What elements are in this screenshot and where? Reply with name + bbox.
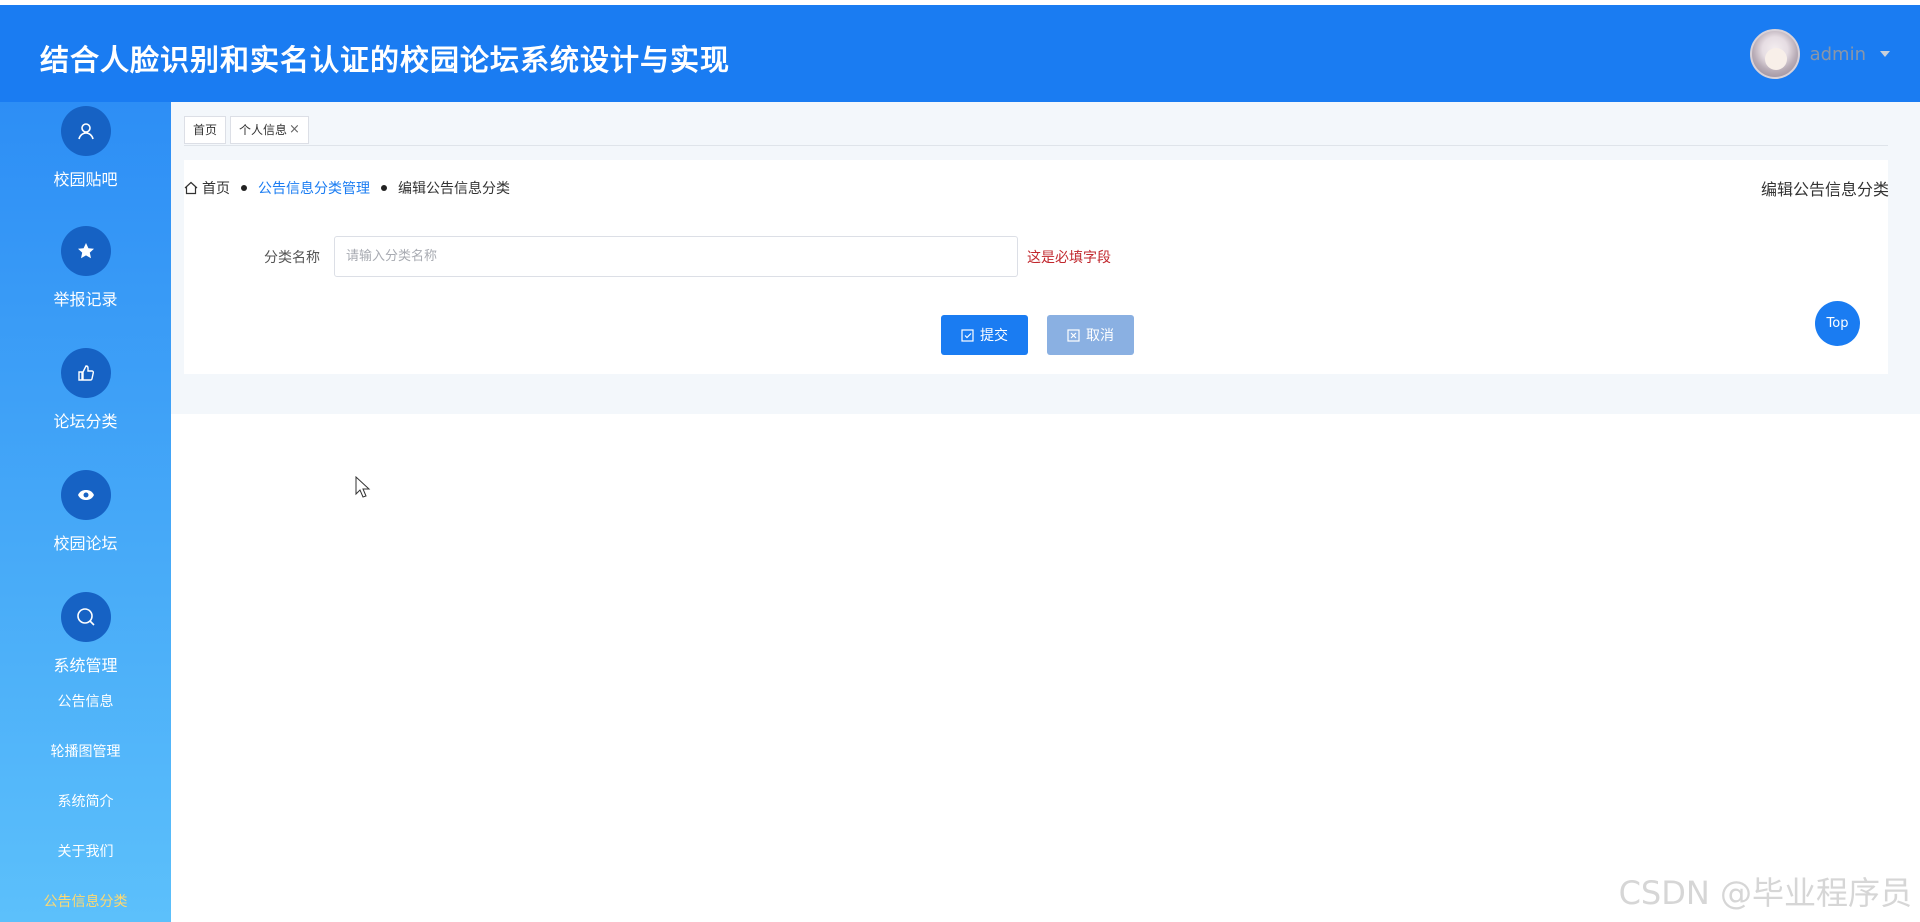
cancel-button[interactable]: 取消 [1047, 315, 1134, 355]
user-menu[interactable]: admin [1749, 29, 1890, 79]
username[interactable]: admin [1810, 44, 1866, 65]
tab-home[interactable]: 首页 [184, 116, 227, 144]
tab-profile[interactable]: 个人信息 × [230, 116, 309, 144]
tab-label: 首页 [193, 123, 218, 137]
submenu-item-announcements[interactable]: 公告信息 [0, 691, 171, 711]
app-title: 结合人脸识别和实名认证的校园论坛系统设计与实现 [40, 43, 731, 77]
sidebar-item-label: 校园论坛 [53, 534, 118, 553]
sidebar-item-campus-bar[interactable]: 校园贴吧 [0, 106, 171, 190]
category-name-input[interactable] [334, 236, 1018, 277]
back-to-top-button[interactable]: Top [1815, 301, 1860, 346]
sidebar: 校园贴吧 举报记录 论坛分类 校园论坛 系统管理 公告信息 轮播图管理 系统简介… [0, 102, 171, 922]
sidebar-item-label: 系统管理 [53, 656, 118, 675]
breadcrumb-home[interactable]: 首页 [202, 178, 230, 198]
thumbs-up-icon [60, 348, 111, 398]
eye-icon [60, 470, 111, 520]
breadcrumb: 首页 公告信息分类管理 编辑公告信息分类 [184, 178, 510, 198]
submenu-item-about-us[interactable]: 关于我们 [0, 841, 171, 861]
tab-label: 个人信息 [239, 123, 288, 137]
breadcrumb-separator [241, 185, 247, 191]
breadcrumb-parent[interactable]: 公告信息分类管理 [258, 178, 370, 198]
breadcrumb-current: 编辑公告信息分类 [398, 181, 510, 197]
sidebar-item-label: 校园贴吧 [53, 170, 118, 189]
submenu-item-system-intro[interactable]: 系统简介 [0, 791, 171, 811]
top-bar: 结合人脸识别和实名认证的校园论坛系统设计与实现 admin [0, 5, 1920, 102]
watermark: CSDN @毕业程序员 [1618, 874, 1912, 912]
star-icon [60, 226, 111, 276]
chevron-down-icon[interactable] [1880, 51, 1890, 57]
validation-error: 这是必填字段 [1027, 250, 1111, 266]
sidebar-item-report-records[interactable]: 举报记录 [0, 226, 171, 310]
user-icon [60, 106, 111, 156]
edit-icon [961, 328, 974, 342]
sidebar-item-system-management[interactable]: 系统管理 [0, 592, 171, 676]
breadcrumb-separator [381, 185, 387, 191]
avatar[interactable] [1749, 29, 1800, 79]
close-icon[interactable]: × [289, 117, 300, 143]
page-title: 编辑公告信息分类 [1760, 180, 1889, 199]
submenu-item-announcement-category[interactable]: 公告信息分类 [0, 891, 171, 911]
sidebar-item-label: 举报记录 [53, 290, 118, 309]
cancel-label: 取消 [1086, 328, 1114, 344]
mouse-cursor-icon [355, 476, 371, 498]
sidebar-item-forum-category[interactable]: 论坛分类 [0, 348, 171, 432]
sidebar-item-campus-forum[interactable]: 校园论坛 [0, 470, 171, 554]
submenu-item-carousel[interactable]: 轮播图管理 [0, 741, 171, 761]
tab-bar: 首页 个人信息 × [184, 116, 313, 144]
cancel-icon [1067, 328, 1080, 342]
submit-label: 提交 [980, 328, 1008, 344]
sidebar-item-label: 论坛分类 [53, 412, 118, 431]
tab-divider [184, 145, 1888, 146]
search-icon [60, 592, 111, 642]
category-name-label: 分类名称 [264, 250, 320, 266]
home-icon [184, 181, 198, 195]
submit-button[interactable]: 提交 [941, 315, 1028, 355]
